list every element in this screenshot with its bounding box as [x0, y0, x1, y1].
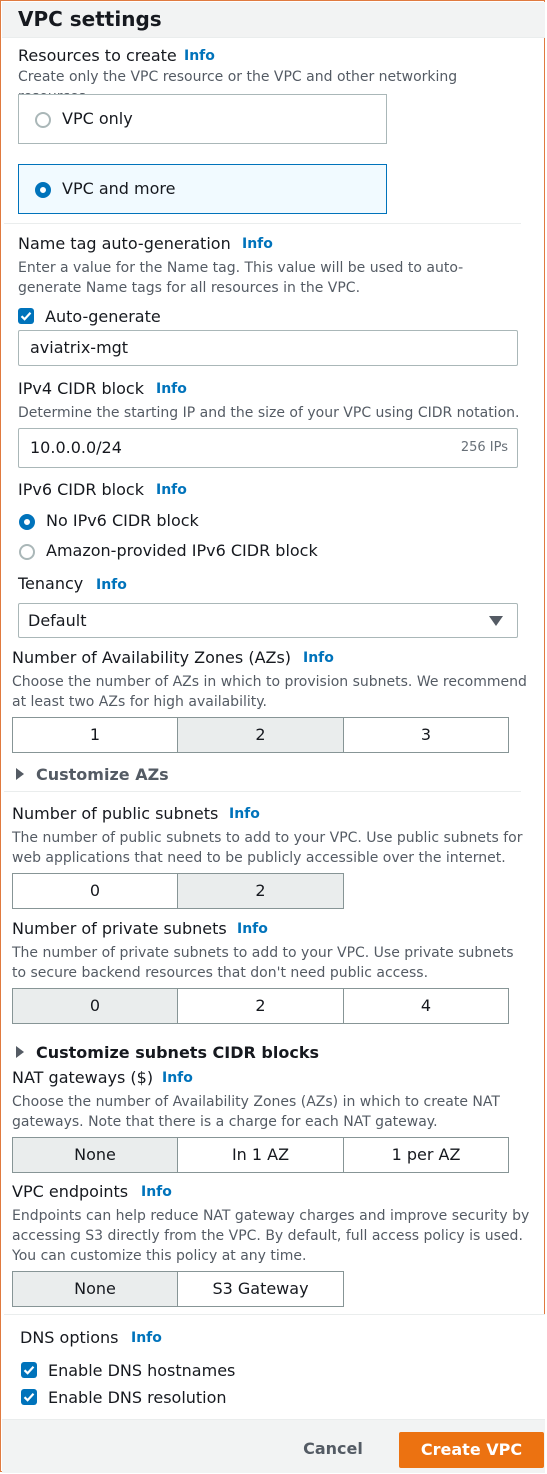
caret-right-icon [16, 1046, 24, 1058]
form-footer: Cancel Create VPC [2, 1419, 545, 1473]
resources-info-link[interactable]: Info [184, 48, 215, 64]
caret-right-icon [16, 768, 24, 780]
nat-gateways-info-link[interactable]: Info [162, 1070, 193, 1086]
customize-azs-toggle[interactable]: Customize AZs [36, 765, 169, 784]
name-tag-input[interactable]: aviatrix-mgt [18, 330, 518, 366]
radio-vpc-and-more[interactable] [35, 182, 51, 198]
check-icon [20, 312, 32, 321]
vpc-endpoints-info-link[interactable]: Info [141, 1184, 172, 1200]
divider [4, 791, 521, 792]
public-subnets-option-2[interactable]: 2 [177, 873, 344, 909]
resource-option-vpc-and-more[interactable]: VPC and more [18, 164, 387, 214]
public-subnets-option-0[interactable]: 0 [12, 873, 178, 909]
az-option-2[interactable]: 2 [177, 717, 344, 753]
customize-subnets-cidr-toggle[interactable]: Customize subnets CIDR blocks [36, 1043, 319, 1062]
nat-gateways-label: NAT gateways ($) [12, 1068, 154, 1087]
dns-options-label: DNS options [20, 1328, 119, 1347]
create-vpc-button[interactable]: Create VPC [399, 1432, 544, 1468]
public-subnets-description: The number of public subnets to add to y… [12, 830, 523, 866]
check-icon [23, 1366, 35, 1375]
dns-resolution-checkbox[interactable] [21, 1389, 37, 1405]
private-subnets-description: The number of private subnets to add to … [12, 945, 514, 981]
panel-header: VPC settings [2, 2, 545, 38]
ipv4-cidr-input[interactable]: 10.0.0.0/24 256 IPs [18, 428, 518, 468]
private-subnets-option-0[interactable]: 0 [12, 988, 178, 1024]
ipv6-label: IPv6 CIDR block [18, 480, 144, 499]
private-subnets-option-2[interactable]: 2 [177, 988, 344, 1024]
endpoint-option-s3-gateway[interactable]: S3 Gateway [177, 1271, 344, 1307]
ipv4-description: Determine the starting IP and the size o… [18, 405, 520, 421]
dns-hostnames-label: Enable DNS hostnames [48, 1361, 236, 1380]
auto-generate-label: Auto-generate [45, 307, 161, 326]
auto-generate-checkbox[interactable] [18, 308, 34, 324]
vpc-settings-panel: VPC settings Resources to create Info Cr… [0, 0, 545, 1473]
caret-down-icon [489, 616, 503, 626]
resource-option-label: VPC only [62, 109, 133, 128]
resource-option-vpc-only[interactable]: VPC only [18, 94, 387, 144]
tenancy-value: Default [28, 611, 87, 630]
page-title: VPC settings [18, 7, 162, 31]
azs-description: Choose the number of AZs in which to pro… [12, 674, 527, 710]
azs-label: Number of Availability Zones (AZs) [12, 648, 292, 667]
ipv6-option-label: No IPv6 CIDR block [46, 511, 199, 530]
dns-hostnames-checkbox[interactable] [21, 1362, 37, 1378]
name-tag-label: Name tag auto-generation [18, 234, 231, 253]
public-subnets-info-link[interactable]: Info [229, 806, 260, 822]
private-subnets-label: Number of private subnets [12, 919, 227, 938]
radio-amazon-ipv6[interactable] [19, 544, 35, 560]
tenancy-select[interactable]: Default [18, 603, 518, 638]
dns-options-info-link[interactable]: Info [131, 1330, 162, 1346]
ipv6-info-link[interactable]: Info [156, 482, 187, 498]
private-subnets-option-4[interactable]: 4 [343, 988, 509, 1024]
endpoint-option-none[interactable]: None [12, 1271, 178, 1307]
nat-option-none[interactable]: None [12, 1137, 178, 1173]
ip-count: 256 IPs [460, 440, 508, 455]
vpc-endpoints-description: Endpoints can help reduce NAT gateway ch… [12, 1208, 530, 1264]
ipv4-cidr-value: 10.0.0.0/24 [30, 438, 122, 457]
public-subnets-label: Number of public subnets [12, 804, 219, 823]
dns-options-panel: DNS options Info Enable DNS hostnames En… [4, 1314, 545, 1419]
nat-gateways-description: Choose the number of Availability Zones … [12, 1094, 500, 1130]
radio-no-ipv6[interactable] [19, 514, 35, 530]
ipv4-label: IPv4 CIDR block [18, 379, 144, 398]
resource-option-label: VPC and more [62, 179, 176, 198]
vpc-endpoints-label: VPC endpoints [12, 1182, 129, 1201]
tenancy-info-link[interactable]: Info [96, 577, 127, 593]
check-icon [23, 1393, 35, 1402]
radio-vpc-only[interactable] [35, 112, 51, 128]
azs-info-link[interactable]: Info [303, 650, 334, 666]
name-tag-info-link[interactable]: Info [242, 236, 273, 252]
resources-label: Resources to create [18, 46, 177, 65]
cancel-button[interactable]: Cancel [292, 1432, 374, 1466]
name-tag-description: Enter a value for the Name tag. This val… [18, 260, 464, 296]
divider [4, 223, 521, 224]
ipv4-info-link[interactable]: Info [156, 381, 187, 397]
az-option-1[interactable]: 1 [12, 717, 178, 753]
ipv6-option-label: Amazon-provided IPv6 CIDR block [46, 541, 318, 560]
az-option-3[interactable]: 3 [343, 717, 509, 753]
private-subnets-info-link[interactable]: Info [237, 921, 268, 937]
dns-resolution-label: Enable DNS resolution [48, 1388, 227, 1407]
nat-option-in-1-az[interactable]: In 1 AZ [177, 1137, 344, 1173]
nat-option-1-per-az[interactable]: 1 per AZ [343, 1137, 509, 1173]
tenancy-label: Tenancy [18, 574, 84, 593]
